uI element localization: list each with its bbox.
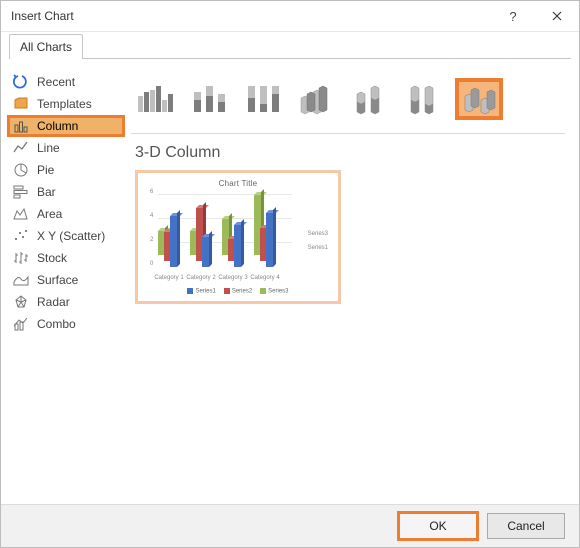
sidebar-item-label: Pie — [37, 163, 54, 177]
bar — [234, 225, 241, 267]
dialog-footer: OK Cancel — [1, 504, 579, 547]
sidebar-item-label: Column — [37, 119, 78, 133]
subtype-3d-clustered-column[interactable] — [295, 80, 339, 118]
line-icon — [13, 140, 29, 156]
sidebar-item-label: X Y (Scatter) — [37, 229, 105, 243]
bar — [170, 216, 177, 267]
title-bar: Insert Chart ? — [1, 1, 579, 32]
3d-clustered-column-icon — [297, 82, 337, 116]
sidebar-item-label: Radar — [37, 295, 70, 309]
3d-stacked-column-icon — [351, 82, 391, 116]
legend-label: Series3 — [268, 289, 288, 295]
chart-legend: Series1 Series2 Series3 — [142, 288, 334, 295]
sidebar-item-radar[interactable]: Radar — [7, 291, 125, 313]
sidebar-item-stock[interactable]: Stock — [7, 247, 125, 269]
subtype-3d-100pct-stacked-column[interactable] — [403, 80, 447, 118]
series-depth-label: Series3 — [308, 231, 328, 237]
tab-label: All Charts — [20, 40, 72, 54]
chart-type-sidebar: Recent Templates Column Line Pie Bar — [7, 69, 125, 498]
cancel-button[interactable]: Cancel — [487, 513, 565, 539]
sidebar-item-bar[interactable]: Bar — [7, 181, 125, 203]
chart-plot-area: 0 2 4 6 — [152, 195, 292, 267]
window-title: Insert Chart — [11, 9, 491, 23]
legend-label: Series1 — [195, 289, 215, 295]
sidebar-item-label: Recent — [37, 75, 75, 89]
close-button[interactable] — [535, 1, 579, 31]
main-panel: 3-D Column Chart Title 0 2 4 6 — [131, 69, 565, 498]
sidebar-item-label: Area — [37, 207, 62, 221]
button-label: OK — [429, 519, 446, 533]
sidebar-item-recent[interactable]: Recent — [7, 71, 125, 93]
legend-label: Series2 — [232, 289, 252, 295]
chart-preview-inner: Chart Title 0 2 4 6 — [142, 177, 334, 297]
sidebar-item-line[interactable]: Line — [7, 137, 125, 159]
y-tick: 2 — [150, 237, 153, 243]
subtype-clustered-column[interactable] — [133, 80, 177, 118]
subtype-stacked-column[interactable] — [187, 80, 231, 118]
button-label: Cancel — [507, 519, 544, 533]
sidebar-item-surface[interactable]: Surface — [7, 269, 125, 291]
sidebar-item-pie[interactable]: Pie — [7, 159, 125, 181]
y-tick: 6 — [150, 189, 153, 195]
sidebar-item-templates[interactable]: Templates — [7, 93, 125, 115]
scatter-icon — [13, 228, 29, 244]
tab-all-charts[interactable]: All Charts — [9, 34, 83, 59]
subtype-3d-stacked-column[interactable] — [349, 80, 393, 118]
radar-icon — [13, 294, 29, 310]
sidebar-item-label: Stock — [37, 251, 67, 265]
clustered-column-icon — [135, 82, 175, 116]
subtype-row — [131, 69, 565, 134]
y-tick: 4 — [150, 213, 153, 219]
close-icon — [552, 11, 562, 21]
sidebar-item-label: Line — [37, 141, 60, 155]
sidebar-item-label: Combo — [37, 317, 76, 331]
subtype-3d-column[interactable] — [457, 80, 501, 118]
3d-100pct-stacked-column-icon — [405, 82, 445, 116]
sidebar-item-column[interactable]: Column — [7, 115, 125, 137]
templates-icon — [13, 96, 29, 112]
category-label: Category 4 — [250, 275, 280, 281]
insert-chart-dialog: Insert Chart ? All Charts Recent Templat… — [0, 0, 580, 548]
sidebar-item-combo[interactable]: Combo — [7, 313, 125, 335]
bar — [266, 213, 273, 267]
category-label: Category 2 — [186, 275, 216, 281]
sidebar-item-label: Templates — [37, 97, 92, 111]
sidebar-item-label: Surface — [37, 273, 78, 287]
subtype-100pct-stacked-column[interactable] — [241, 80, 285, 118]
area-icon — [13, 206, 29, 222]
sidebar-item-scatter[interactable]: X Y (Scatter) — [7, 225, 125, 247]
category-label: Category 1 — [154, 275, 184, 281]
recent-icon — [13, 74, 29, 90]
help-button[interactable]: ? — [491, 1, 535, 31]
tab-strip: All Charts — [1, 32, 579, 58]
combo-icon — [13, 316, 29, 332]
stock-icon — [13, 250, 29, 266]
100pct-stacked-column-icon — [243, 82, 283, 116]
chart-preview[interactable]: Chart Title 0 2 4 6 — [135, 170, 341, 304]
bar-icon — [13, 184, 29, 200]
bar — [202, 237, 209, 267]
column-icon — [13, 118, 29, 134]
3d-column-icon — [459, 82, 499, 116]
subtype-title: 3-D Column — [135, 144, 565, 162]
sidebar-item-label: Bar — [37, 185, 56, 199]
sidebar-item-area[interactable]: Area — [7, 203, 125, 225]
chart-preview-title: Chart Title — [142, 179, 334, 188]
surface-icon — [13, 272, 29, 288]
content-area: Recent Templates Column Line Pie Bar — [1, 59, 579, 504]
ok-button[interactable]: OK — [399, 513, 477, 539]
pie-icon — [13, 162, 29, 178]
stacked-column-icon — [189, 82, 229, 116]
category-label: Category 3 — [218, 275, 248, 281]
series-depth-label: Series1 — [308, 245, 328, 251]
y-tick: 0 — [150, 261, 153, 267]
